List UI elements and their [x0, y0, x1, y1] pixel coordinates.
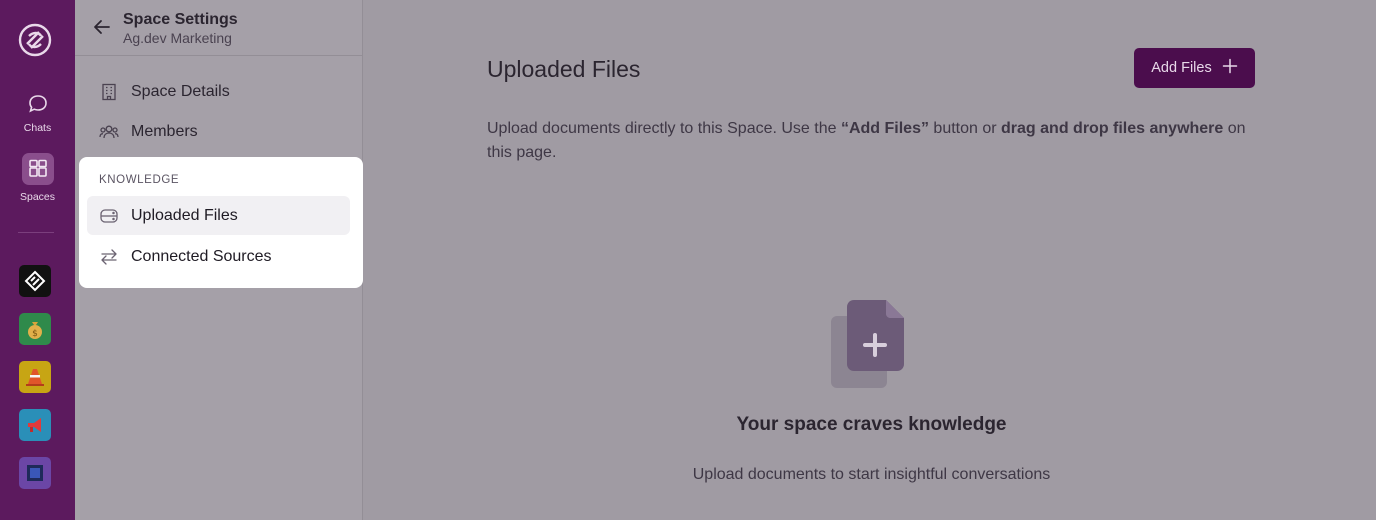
- svg-text:$: $: [32, 329, 38, 339]
- nav-item-label: Space Details: [131, 83, 230, 100]
- add-files-button[interactable]: Add Files: [1134, 48, 1255, 88]
- section-label: KNOWLEDGE: [99, 174, 180, 186]
- page-title: Uploaded Files: [487, 56, 641, 82]
- app-logo-icon[interactable]: [17, 22, 53, 58]
- empty-state-subtitle: Upload documents to start insightful con…: [692, 466, 1051, 483]
- storage-icon: [99, 206, 119, 226]
- users-icon: [99, 122, 119, 142]
- rail-chats[interactable]: Chats: [0, 93, 75, 134]
- app-rail: Chats Spaces $: [0, 0, 75, 520]
- nav-item-label: Members: [131, 123, 198, 140]
- traffic-cone-icon[interactable]: [19, 361, 51, 393]
- layers-logo-icon[interactable]: [19, 265, 51, 297]
- panel-title: Space Settings: [123, 11, 238, 28]
- building-icon: [99, 82, 119, 102]
- spaces-icon: [21, 153, 54, 185]
- nav-item-members[interactable]: Members: [87, 113, 350, 151]
- panel-header: Space Settings Ag.dev Marketing: [75, 0, 362, 56]
- nav-item-label: Connected Sources: [131, 247, 272, 265]
- rail-spaces[interactable]: Spaces: [0, 153, 75, 203]
- add-files-label: Add Files: [1151, 60, 1212, 76]
- nav-item-space-details[interactable]: Space Details: [87, 73, 350, 111]
- arrows-swap-icon: [99, 247, 119, 267]
- nav-item-connected-sources[interactable]: Connected Sources: [87, 237, 350, 276]
- rail-chats-label: Chats: [23, 122, 52, 134]
- nav-item-label: Uploaded Files: [131, 206, 238, 224]
- empty-state-title: Your space craves knowledge: [736, 414, 1007, 435]
- page-description: Upload documents directly to this Space.…: [487, 120, 1246, 161]
- nav-item-uploaded-files[interactable]: Uploaded Files: [87, 196, 350, 235]
- panel-subtitle: Ag.dev Marketing: [123, 30, 232, 46]
- add-document-icon: [828, 298, 908, 390]
- rail-spaces-label: Spaces: [19, 191, 56, 203]
- plus-icon: [1222, 58, 1238, 78]
- rail-divider: [18, 232, 54, 233]
- back-arrow-icon[interactable]: [91, 16, 113, 38]
- chat-bubble-icon: [0, 93, 75, 118]
- knowledge-section: KNOWLEDGE Uploaded Files Connected Sourc…: [79, 157, 363, 288]
- money-bag-icon[interactable]: $: [19, 313, 51, 345]
